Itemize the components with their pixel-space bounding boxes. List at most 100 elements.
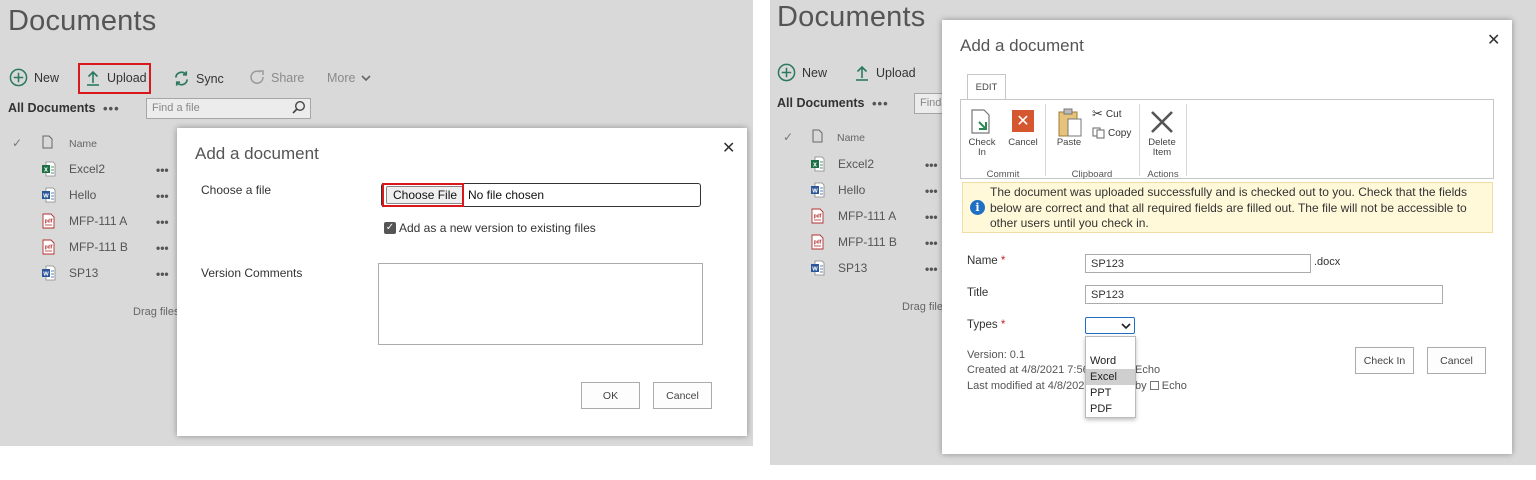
group-actions-label: Actions — [1147, 169, 1179, 180]
cancel-button[interactable]: Cancel — [1427, 347, 1486, 374]
row-more-button[interactable]: ••• — [156, 215, 169, 229]
add-document-dialog: Add a document ✕ Choose a file Choose Fi… — [177, 128, 747, 436]
paste-label[interactable]: Paste — [1054, 138, 1084, 148]
view-selector[interactable]: All Documents — [777, 96, 865, 110]
cancel-button[interactable]: Cancel — [653, 382, 712, 409]
group-clipboard-label: Clipboard — [1071, 169, 1113, 180]
row-more-button[interactable]: ••• — [156, 163, 169, 177]
close-icon[interactable]: ✕ — [722, 138, 735, 158]
upload-command[interactable]: Upload — [854, 65, 916, 81]
modified-info: Last modified at 4/8/2021 — [967, 380, 1091, 392]
select-all-check-icon[interactable]: ✓ — [12, 136, 22, 150]
types-option[interactable]: PPT — [1086, 385, 1135, 401]
plus-circle-icon — [9, 68, 28, 87]
column-header-name[interactable]: Name — [69, 138, 97, 150]
name-label-text: Name — [967, 255, 998, 267]
version-comments-textarea[interactable] — [378, 263, 703, 345]
row-more-button[interactable]: ••• — [156, 189, 169, 203]
types-label: Types * — [967, 319, 1005, 331]
file-name-link[interactable]: MFP-111 B — [69, 240, 128, 254]
word-file-icon: w — [810, 260, 825, 276]
check-in-button[interactable]: Check In — [1355, 347, 1414, 374]
check-in-icon[interactable] — [970, 109, 994, 135]
pdf-file-icon: pdf — [810, 234, 825, 250]
search-input[interactable]: Find a file — [146, 98, 311, 119]
file-name-link[interactable]: MFP-111 B — [838, 235, 897, 249]
svg-text:w: w — [811, 266, 818, 273]
created-by[interactable]: Echo — [1135, 364, 1160, 376]
select-all-check-icon[interactable]: ✓ — [783, 130, 793, 144]
more-command[interactable]: More — [327, 71, 372, 85]
delete-item-icon[interactable] — [1149, 109, 1175, 135]
types-option[interactable]: Excel — [1086, 369, 1135, 385]
word-file-icon: w — [810, 182, 825, 198]
file-name-link[interactable]: SP13 — [838, 261, 867, 275]
row-more-button[interactable]: ••• — [925, 210, 938, 224]
view-more-button[interactable]: ••• — [872, 96, 889, 111]
close-icon[interactable]: ✕ — [1487, 30, 1500, 50]
cancel-ribbon-label[interactable]: Cancel — [1006, 138, 1040, 148]
presence-icon — [1149, 381, 1159, 390]
ok-button[interactable]: OK — [581, 382, 640, 409]
file-name-link[interactable]: SP13 — [69, 266, 98, 280]
types-option[interactable]: PDF — [1086, 401, 1135, 417]
row-more-button[interactable]: ••• — [925, 262, 938, 276]
name-input[interactable]: SP123 — [1085, 254, 1311, 273]
drag-files-hint: Drag files — [133, 306, 180, 318]
share-label: Share — [271, 71, 305, 85]
cut-button[interactable]: ✂ Cut — [1092, 106, 1121, 122]
paste-icon[interactable] — [1057, 108, 1083, 138]
version-checkbox[interactable]: ✓ — [384, 222, 396, 234]
row-more-button[interactable]: ••• — [156, 267, 169, 281]
file-name-link[interactable]: MFP-111 A — [838, 209, 896, 223]
view-selector[interactable]: All Documents — [8, 101, 96, 115]
version-checkbox-row[interactable]: ✓ Add as a new version to existing files — [384, 221, 596, 235]
svg-text:pdf: pdf — [814, 214, 822, 220]
modified-by[interactable]: Echo — [1162, 380, 1187, 392]
title-input[interactable]: SP123 — [1085, 285, 1443, 304]
row-more-button[interactable]: ••• — [925, 236, 938, 250]
chevron-down-icon — [361, 75, 372, 82]
row-more-button[interactable]: ••• — [156, 241, 169, 255]
share-command[interactable]: Share — [249, 70, 304, 86]
pdf-file-icon: pdf — [810, 208, 825, 224]
no-file-chosen-text: No file chosen — [468, 188, 545, 202]
dialog-title: Add a document — [195, 144, 319, 163]
svg-text:w: w — [811, 188, 818, 195]
types-label-text: Types — [967, 319, 998, 331]
types-option[interactable]: Word — [1086, 353, 1135, 369]
new-command[interactable]: New — [777, 63, 827, 82]
types-select[interactable] — [1085, 317, 1135, 334]
view-more-button[interactable]: ••• — [103, 101, 120, 116]
copy-button[interactable]: Copy — [1092, 127, 1131, 139]
cancel-x-icon[interactable]: ✕ — [1012, 110, 1034, 132]
version-checkbox-label: Add as a new version to existing files — [399, 221, 596, 235]
file-name-link[interactable]: Hello — [838, 183, 865, 197]
row-more-button[interactable]: ••• — [925, 184, 938, 198]
word-file-icon: w — [41, 265, 56, 281]
choose-file-highlight-box — [382, 183, 464, 207]
new-command[interactable]: New — [9, 68, 59, 87]
required-marker: * — [1000, 319, 1006, 331]
modified-by-info: by Echo — [1135, 380, 1187, 392]
file-name-link[interactable]: MFP-111 A — [69, 214, 127, 228]
svg-text:pdf: pdf — [45, 219, 53, 225]
ribbon-tab-edit[interactable]: EDIT — [967, 74, 1006, 100]
types-option[interactable] — [1086, 337, 1135, 353]
svg-text:x: x — [44, 167, 48, 174]
delete-item-label[interactable]: Delete Item — [1147, 138, 1177, 158]
svg-text:x: x — [813, 162, 817, 169]
left-sharepoint-panel: Documents New Upload Sync Share More All… — [0, 0, 753, 446]
plus-circle-icon — [777, 63, 796, 82]
page-title: Documents — [777, 1, 926, 33]
file-name-link[interactable]: Excel2 — [838, 157, 874, 171]
sync-icon — [174, 71, 189, 86]
check-in-label[interactable]: Check In — [965, 138, 999, 158]
row-more-button[interactable]: ••• — [925, 158, 938, 172]
file-name-link[interactable]: Hello — [69, 188, 96, 202]
title-label: Title — [967, 287, 989, 299]
column-header-name[interactable]: Name — [837, 132, 865, 144]
file-name-link[interactable]: Excel2 — [69, 162, 105, 176]
cut-label: Cut — [1105, 108, 1122, 120]
sync-command[interactable]: Sync — [173, 70, 224, 87]
